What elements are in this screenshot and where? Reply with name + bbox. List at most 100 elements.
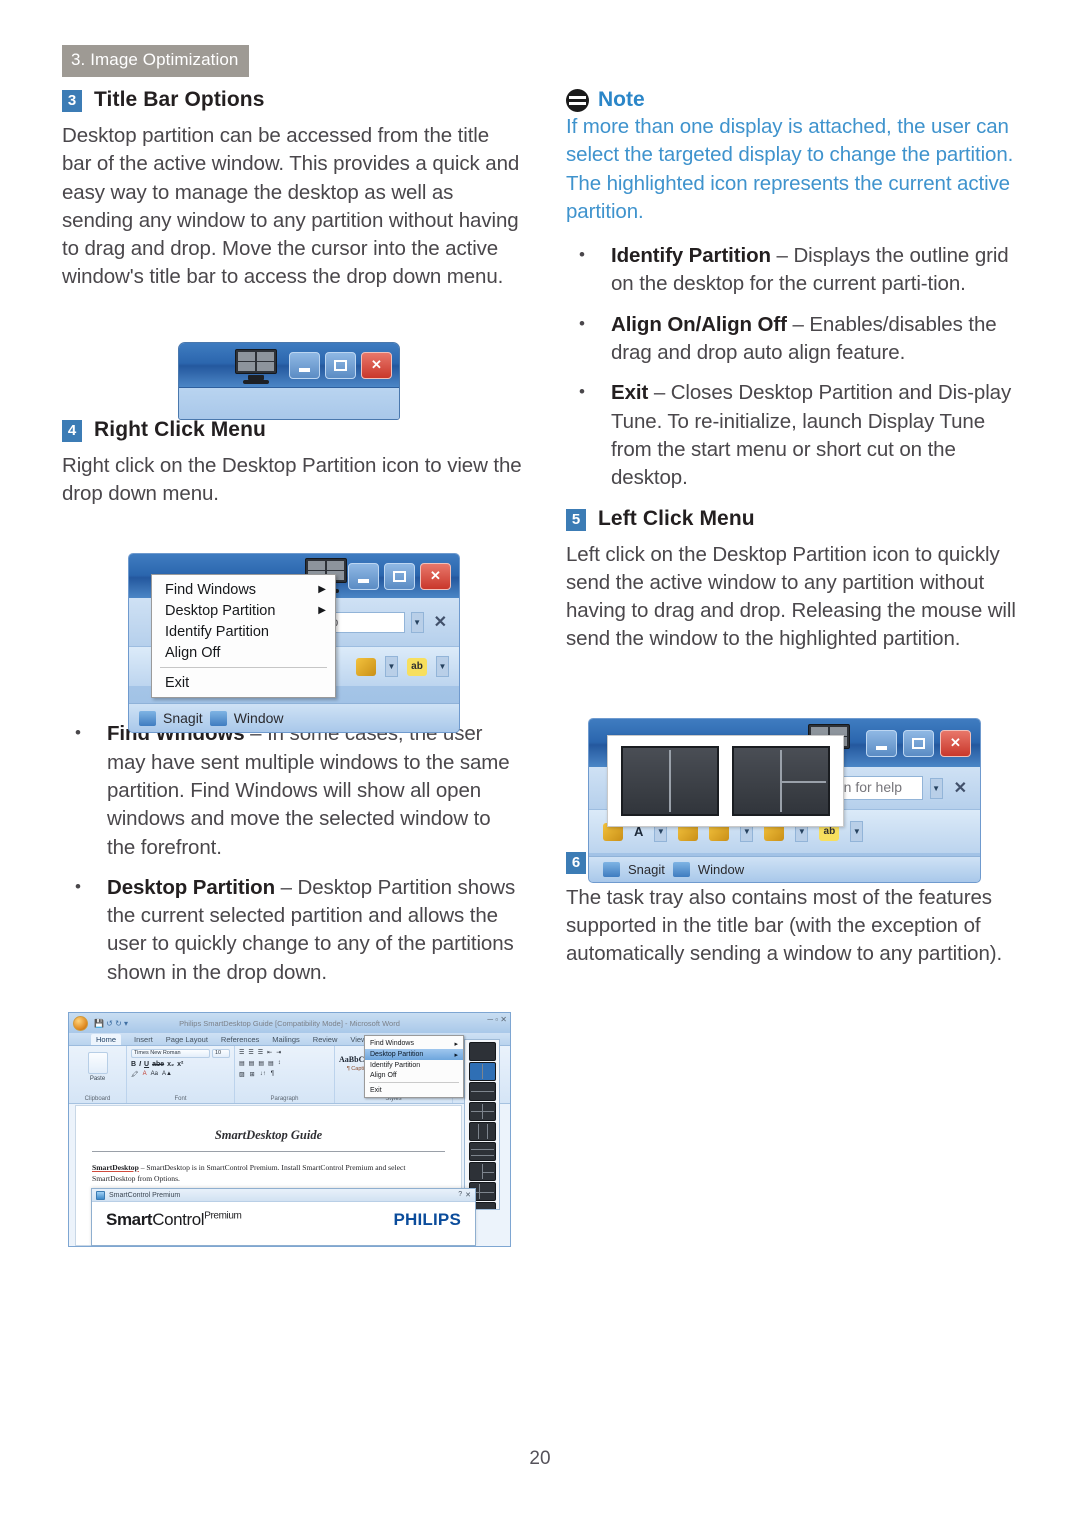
- philips-logo: PHILIPS: [393, 1210, 461, 1229]
- taskbar-window-label[interactable]: Window: [698, 862, 744, 877]
- maximize-button[interactable]: [325, 351, 356, 379]
- menu-item-exit[interactable]: Exit: [365, 1085, 463, 1095]
- font-size-box[interactable]: 10: [212, 1049, 230, 1058]
- increase-indent-icon[interactable]: ⇥: [276, 1049, 281, 1056]
- menu-item-align-off[interactable]: Align Off: [365, 1070, 463, 1080]
- taskbar-app-label[interactable]: Snagit: [628, 862, 665, 877]
- text-highlight-icon[interactable]: 🖍: [131, 1071, 139, 1078]
- app-icon[interactable]: [672, 862, 690, 877]
- section-title: Left Click Menu: [598, 506, 755, 530]
- partition-monitor-thumb[interactable]: [468, 1042, 496, 1061]
- italic-icon[interactable]: I: [139, 1061, 141, 1068]
- maximize-button[interactable]: [903, 729, 934, 757]
- chevron-down-icon[interactable]: ▼: [385, 656, 398, 677]
- close-icon[interactable]: ✕: [430, 612, 451, 632]
- tab-insert[interactable]: Insert: [134, 1035, 153, 1044]
- help-button[interactable]: ?: [458, 1191, 462, 1199]
- minimize-button[interactable]: [289, 351, 320, 379]
- shading-icon[interactable]: ▨: [239, 1071, 245, 1078]
- subscript-icon[interactable]: x₂: [167, 1061, 174, 1068]
- maximize-button[interactable]: [384, 562, 415, 590]
- change-case-icon[interactable]: Aa: [151, 1071, 158, 1078]
- close-button[interactable]: ✕: [465, 1191, 471, 1199]
- smartcontrol-wordmark: SmartControlPremium: [106, 1210, 242, 1230]
- list-item: Desktop Partition – Desktop Partition sh…: [62, 873, 522, 987]
- menu-item-identify-partition[interactable]: Identify Partition: [152, 621, 335, 642]
- dialog-titlebar: SmartControl Premium ? ✕: [92, 1189, 475, 1202]
- menu-item-desktop-partition[interactable]: Desktop Partition ▸: [365, 1049, 463, 1060]
- partition-monitor-strip[interactable]: [464, 1039, 500, 1210]
- menu-item-find-windows[interactable]: Find Windows ▶: [152, 579, 335, 600]
- numbering-icon[interactable]: ☰: [248, 1049, 253, 1056]
- word-context-menu[interactable]: Find Windows ▸ Desktop Partition ▸ Identif…: [364, 1035, 464, 1098]
- chevron-down-icon[interactable]: ▼: [410, 611, 424, 633]
- font-name-box[interactable]: Times New Roman: [131, 1049, 210, 1058]
- font-color-icon[interactable]: A: [143, 1071, 147, 1078]
- tab-review[interactable]: Review: [313, 1035, 338, 1044]
- app-icon[interactable]: [139, 710, 156, 726]
- app-icon[interactable]: [603, 862, 620, 877]
- dialog-window-buttons[interactable]: ? ✕: [458, 1191, 471, 1199]
- close-button[interactable]: ✕: [940, 729, 971, 757]
- chevron-down-icon[interactable]: ▼: [929, 777, 943, 799]
- partition-monitor-thumb-selected[interactable]: [468, 1062, 496, 1081]
- partition-layout-flyout[interactable]: [607, 735, 844, 827]
- quick-access-toolbar[interactable]: 💾 ↺ ↻ ▾: [94, 1019, 128, 1028]
- superscript-icon[interactable]: x²: [177, 1061, 183, 1068]
- line-spacing-icon[interactable]: ↕: [278, 1060, 281, 1067]
- tab-mailings[interactable]: Mailings: [272, 1035, 300, 1044]
- partition-layout-one-left-two-right[interactable]: [732, 746, 830, 816]
- sort-icon[interactable]: ↓↑: [260, 1071, 266, 1078]
- bullet-term: Align On/Align Off: [611, 312, 787, 336]
- underline-icon[interactable]: U: [144, 1061, 149, 1068]
- menu-item-label: Identify Partition: [165, 623, 269, 640]
- context-menu[interactable]: Find Windows ▶ Desktop Partition ▶ Ident…: [151, 574, 336, 698]
- close-button[interactable]: ✕: [420, 562, 451, 590]
- mock-window: ✕: [178, 342, 400, 420]
- strikethrough-icon[interactable]: abe: [152, 1061, 164, 1068]
- tab-home[interactable]: Home: [91, 1033, 122, 1045]
- section4-body-text: Right click on the Desktop Partition ico…: [62, 453, 522, 506]
- partition-layout-two-column[interactable]: [621, 746, 719, 816]
- partition-monitor-thumb[interactable]: [468, 1082, 496, 1101]
- taskbar-app-label[interactable]: Snagit: [163, 710, 203, 726]
- decrease-indent-icon[interactable]: ⇤: [267, 1049, 272, 1056]
- minimize-button[interactable]: [866, 729, 897, 757]
- document-paragraph-text: – SmartDesktop is in SmartControl Premiu…: [92, 1163, 406, 1183]
- close-button[interactable]: ✕: [361, 351, 392, 379]
- borders-icon[interactable]: ⊞: [250, 1071, 255, 1078]
- align-right-icon[interactable]: ▤: [258, 1060, 264, 1067]
- partition-monitor-thumb[interactable]: [468, 1102, 496, 1121]
- menu-item-find-windows[interactable]: Find Windows ▸: [365, 1038, 463, 1049]
- menu-item-desktop-partition[interactable]: Desktop Partition ▶: [152, 600, 335, 621]
- align-left-icon[interactable]: ▤: [239, 1060, 245, 1067]
- app-icon: [96, 1190, 105, 1200]
- justify-icon[interactable]: ▤: [268, 1060, 274, 1067]
- taskbar-window-label[interactable]: Window: [234, 710, 284, 726]
- tab-references[interactable]: References: [221, 1035, 259, 1044]
- multilevel-list-icon[interactable]: ☰: [258, 1049, 263, 1056]
- grow-font-icon[interactable]: A▲: [162, 1071, 172, 1078]
- tab-page-layout[interactable]: Page Layout: [166, 1035, 208, 1044]
- partition-monitor-thumb[interactable]: [468, 1162, 496, 1181]
- minimize-button[interactable]: [348, 562, 379, 590]
- app-icon[interactable]: [209, 710, 227, 726]
- bullets-icon[interactable]: ☰: [239, 1049, 244, 1056]
- highlight-ab-icon[interactable]: ab: [407, 657, 427, 676]
- menu-item-identify-partition[interactable]: Identify Partition: [365, 1060, 463, 1070]
- chevron-down-icon[interactable]: ▼: [436, 656, 449, 677]
- partition-monitor-thumb[interactable]: [468, 1122, 496, 1141]
- bold-icon[interactable]: B: [131, 1061, 136, 1068]
- pen-icon[interactable]: [356, 657, 376, 676]
- chevron-down-icon[interactable]: ▼: [850, 821, 864, 842]
- paste-label: Paste: [89, 1076, 106, 1082]
- office-orb-icon[interactable]: [73, 1015, 88, 1031]
- menu-item-exit[interactable]: Exit: [152, 672, 335, 693]
- menu-item-align-off[interactable]: Align Off: [152, 642, 335, 663]
- word-window-buttons[interactable]: ─ ▫ ✕: [487, 1015, 507, 1024]
- partition-monitor-thumb[interactable]: [468, 1142, 496, 1161]
- show-formatting-icon[interactable]: ¶: [271, 1071, 274, 1078]
- align-center-icon[interactable]: ▤: [249, 1060, 255, 1067]
- close-icon[interactable]: ✕: [950, 778, 971, 798]
- paste-icon[interactable]: [87, 1052, 108, 1074]
